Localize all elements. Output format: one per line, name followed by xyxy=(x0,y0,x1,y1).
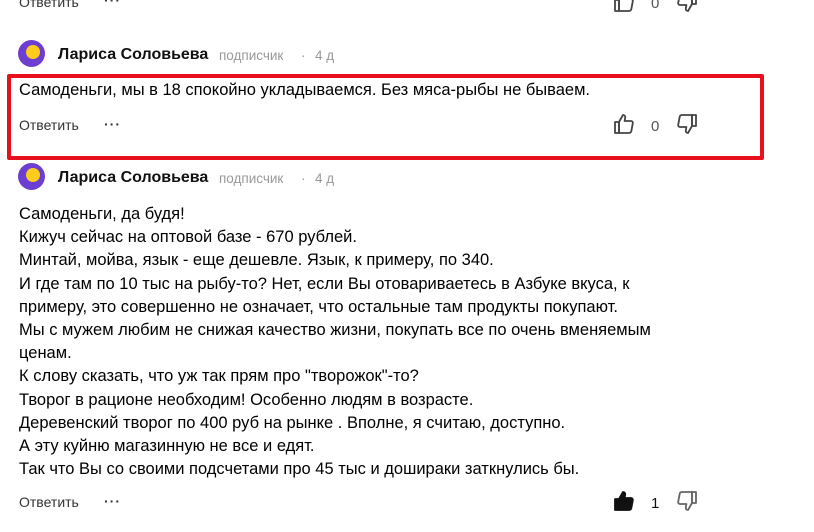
author-role: подписчик xyxy=(219,48,284,63)
comment-line: ценам. xyxy=(19,344,72,363)
like-count: 1 xyxy=(651,495,660,512)
like-count: 0 xyxy=(651,118,660,135)
more-button[interactable]: ··· xyxy=(104,116,121,132)
comment-line: примеру, это совершенно не означает, что… xyxy=(19,297,618,316)
comment-time: 4 д xyxy=(315,48,335,63)
avatar[interactable] xyxy=(18,163,45,190)
comment-time: 4 д xyxy=(315,171,335,186)
author-name[interactable]: Лариса Соловьева xyxy=(58,169,208,187)
comment-line: Самоденьги, да будя! xyxy=(19,205,185,223)
comment-text: Самоденьги, да будя! Кижуч сейчас на опт… xyxy=(19,203,651,481)
reply-button[interactable]: Ответить xyxy=(19,494,79,510)
dislike-icon-prev[interactable] xyxy=(675,0,699,14)
dislike-icon[interactable] xyxy=(675,112,699,136)
more-button-prev[interactable]: ··· xyxy=(104,0,121,8)
avatar[interactable] xyxy=(18,40,45,67)
comment-line: Мы с мужем любим не снижая качество жизн… xyxy=(19,321,651,340)
comment-line: Творог в рационе необходим! Особенно люд… xyxy=(19,390,474,409)
comment-line: К слову сказать, что уж так прям про "тв… xyxy=(19,367,419,386)
dislike-icon[interactable] xyxy=(675,489,699,513)
comment-line: Кижуч сейчас на оптовой базе - 670 рубле… xyxy=(19,228,357,247)
like-icon-prev[interactable] xyxy=(612,0,636,14)
meta-separator: · xyxy=(301,171,306,186)
more-button[interactable]: ··· xyxy=(104,493,121,509)
meta-separator: · xyxy=(301,48,306,63)
comment-line: Минтай, мойва, язык - еще дешевле. Язык,… xyxy=(19,251,494,270)
author-name[interactable]: Лариса Соловьева xyxy=(58,46,208,64)
comment-text: Самоденьги, мы в 18 спокойно укладываемс… xyxy=(19,81,590,99)
comment-line: А эту куйню магазинную не все и едят. xyxy=(19,437,315,456)
comment-line: Деревенский творог по 400 руб на рынке .… xyxy=(19,413,566,432)
reply-button[interactable]: Ответить xyxy=(19,117,79,133)
comment-line: Так что Вы со своими подсчетами про 45 т… xyxy=(19,460,580,479)
like-count-prev: 0 xyxy=(651,0,660,12)
like-icon-filled[interactable] xyxy=(612,489,636,513)
like-icon[interactable] xyxy=(612,112,636,136)
reply-button-prev[interactable]: Ответить xyxy=(19,0,79,10)
comment-line: И где там по 10 тыс на рыбу-то? Нет, есл… xyxy=(19,274,630,293)
author-role: подписчик xyxy=(219,171,284,186)
